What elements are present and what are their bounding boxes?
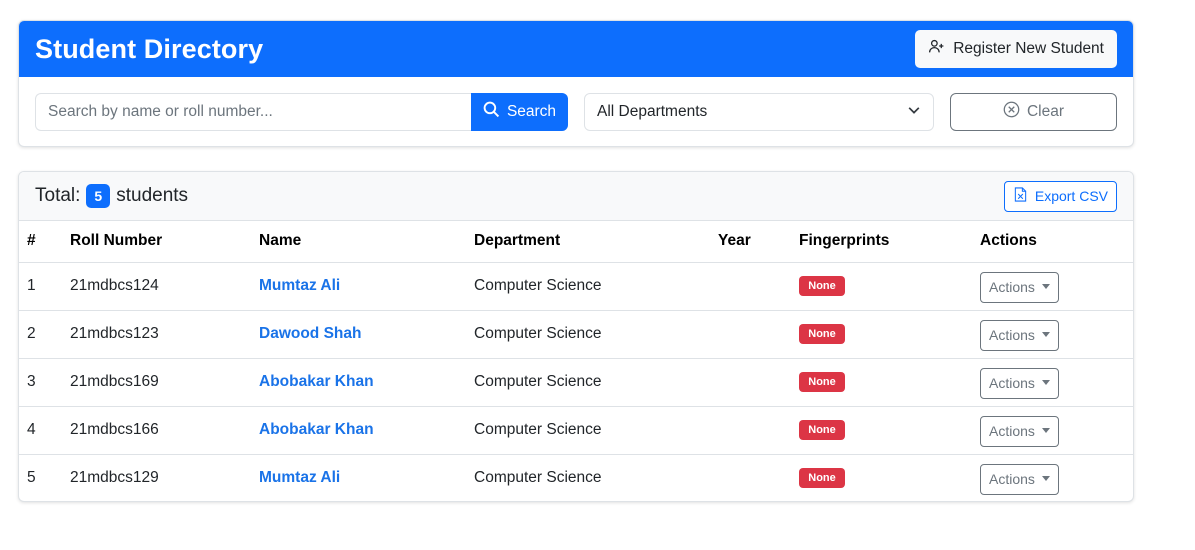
fingerprint-status-badge: None [799, 276, 845, 296]
roll-number: 21mdbcs169 [62, 358, 251, 407]
roll-number: 21mdbcs166 [62, 406, 251, 455]
column-header-roll-number: Roll Number [62, 221, 251, 263]
table-row: 4 21mdbcs166 Abobakar Khan Computer Scie… [19, 406, 1133, 455]
search-group: Search [35, 93, 568, 131]
row-index: 4 [19, 406, 62, 455]
total-label: Total: [35, 185, 81, 206]
caret-down-icon [1041, 379, 1050, 385]
search-button-label: Search [506, 103, 557, 120]
caret-down-icon [1041, 427, 1050, 433]
export-csv-label: Export CSV [1034, 188, 1108, 204]
actions-label: Actions [989, 279, 1035, 295]
department: Computer Science [466, 310, 710, 359]
column-header-department: Department [466, 221, 710, 263]
department-select-value: All Departments [597, 103, 708, 120]
students-table: # Roll Number Name Department Year Finge… [19, 221, 1133, 501]
actions-label: Actions [989, 423, 1035, 439]
actions-label: Actions [989, 471, 1035, 488]
table-row: 5 21mdbcs129 Mumtaz Ali Computer Science… [19, 454, 1133, 501]
roll-number: 21mdbcs124 [62, 262, 251, 311]
column-header-name: Name [251, 221, 466, 263]
search-card: Student Directory Register New Student S… [18, 20, 1134, 147]
fingerprint-status-badge: None [799, 372, 845, 392]
list-header: Total: 5 students Export CSV [19, 172, 1133, 221]
department: Computer Science [466, 406, 710, 455]
actions-dropdown-button[interactable]: Actions [980, 463, 1059, 495]
column-header-year: Year [710, 221, 791, 263]
actions-dropdown-button[interactable]: Actions [980, 415, 1059, 447]
register-new-student-button[interactable]: Register New Student [915, 30, 1117, 68]
caret-down-icon [1041, 283, 1050, 289]
students-label: students [116, 185, 189, 206]
row-index: 2 [19, 310, 62, 359]
department-select[interactable]: All Departments [584, 93, 934, 131]
fingerprint-status-badge: None [799, 324, 845, 344]
table-row: 2 21mdbcs123 Dawood Shah Computer Scienc… [19, 310, 1133, 359]
roll-number: 21mdbcs123 [62, 310, 251, 359]
student-name-link[interactable]: Dawood Shah [259, 325, 361, 342]
column-header-fingerprints: Fingerprints [791, 221, 972, 263]
actions-label: Actions [989, 375, 1035, 391]
fingerprint-status-badge: None [799, 468, 845, 489]
year [710, 454, 791, 501]
count-badge: 5 [86, 184, 111, 208]
department: Computer Science [474, 469, 602, 487]
department: Computer Science [466, 262, 710, 311]
caret-down-icon [1041, 475, 1050, 481]
students-card: Total: 5 students Export CSV # Roll Numb… [18, 171, 1134, 502]
year [710, 310, 791, 359]
person-plus-icon [928, 38, 945, 60]
total-summary: Total: 5 students [35, 184, 188, 208]
student-name-link[interactable]: Mumtaz Ali [259, 469, 340, 486]
circle-x-icon [1003, 101, 1020, 123]
chevron-down-icon [907, 103, 921, 122]
column-header-index: # [19, 221, 62, 263]
clear-button-label: Clear [1026, 103, 1065, 120]
year [710, 358, 791, 407]
page-title: Student Directory [35, 33, 264, 64]
student-name-link[interactable]: Abobakar Khan [259, 373, 374, 390]
table-header-row: # Roll Number Name Department Year Finge… [19, 221, 1133, 263]
roll-number: 21mdbcs129 [70, 469, 159, 487]
search-icon [483, 101, 500, 123]
student-name-link[interactable]: Abobakar Khan [259, 421, 374, 438]
directory-header: Student Directory Register New Student [19, 21, 1133, 77]
filter-bar: Search All Departments Clear [19, 77, 1133, 146]
student-name-link[interactable]: Mumtaz Ali [259, 277, 340, 294]
row-index: 3 [19, 358, 62, 407]
register-new-student-label: Register New Student [953, 40, 1104, 57]
clear-button[interactable]: Clear [950, 93, 1117, 131]
year [710, 262, 791, 311]
export-csv-button[interactable]: Export CSV [1003, 180, 1117, 212]
year [710, 406, 791, 455]
actions-dropdown-button[interactable]: Actions [980, 271, 1059, 303]
file-excel-icon [1014, 187, 1027, 205]
search-input[interactable] [35, 93, 471, 131]
table-row: 1 21mdbcs124 Mumtaz Ali Computer Science… [19, 262, 1133, 311]
row-index: 1 [19, 262, 62, 311]
actions-dropdown-button[interactable]: Actions [980, 319, 1059, 351]
row-index: 5 [27, 469, 36, 487]
actions-dropdown-button[interactable]: Actions [980, 367, 1059, 399]
actions-label: Actions [989, 327, 1035, 343]
column-header-actions: Actions [972, 221, 1133, 263]
department: Computer Science [466, 358, 710, 407]
caret-down-icon [1041, 331, 1050, 337]
search-button[interactable]: Search [471, 93, 568, 131]
fingerprint-status-badge: None [799, 420, 845, 440]
table-row: 3 21mdbcs169 Abobakar Khan Computer Scie… [19, 358, 1133, 407]
